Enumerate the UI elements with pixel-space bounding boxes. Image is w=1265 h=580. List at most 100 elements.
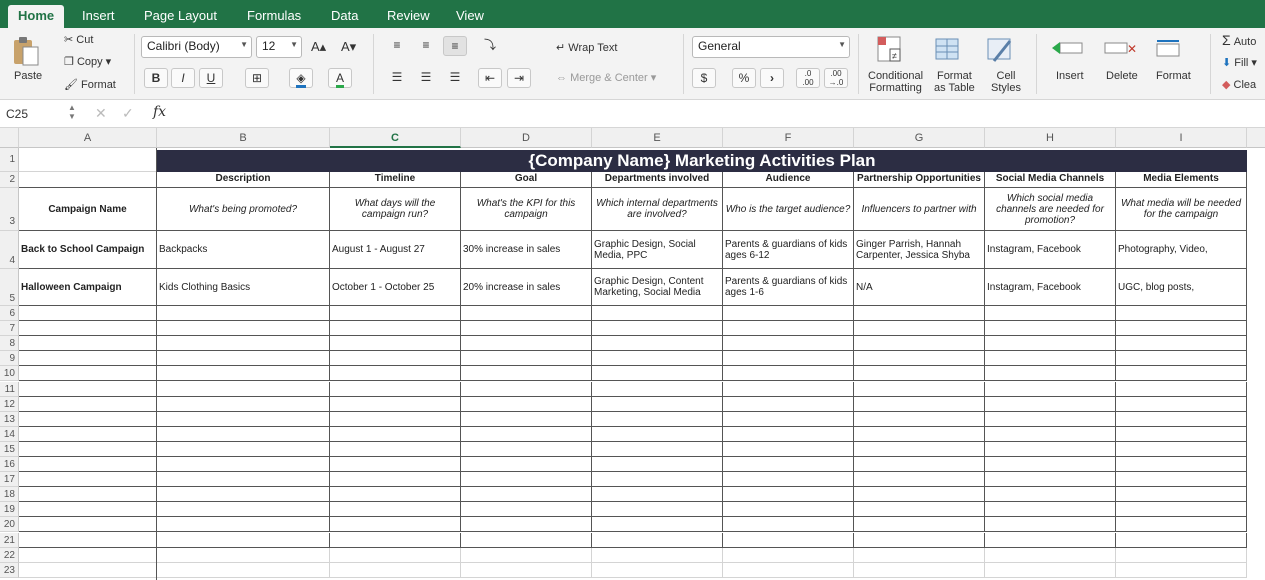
cell[interactable] [854,321,985,337]
cell[interactable] [723,366,854,382]
header-cell[interactable]: Audience [723,172,854,188]
cell[interactable] [592,411,723,427]
cell[interactable] [985,562,1116,578]
header-cell[interactable]: Departments involved [592,172,723,188]
increase-font-icon[interactable]: A▴ [311,39,326,55]
comma-button[interactable]: › [760,68,784,88]
cell[interactable] [19,306,157,322]
decrease-font-icon[interactable]: A▾ [341,39,356,55]
column-header-c[interactable]: C [330,128,461,148]
cell[interactable] [157,351,330,367]
font-name-select[interactable]: Calibri (Body) ▼ [141,36,252,58]
font-size-select[interactable]: 12 ▼ [256,36,302,58]
merge-center-button[interactable]: ⇔ Merge & Center ▾ [556,71,656,84]
cell[interactable] [19,487,157,503]
row-header[interactable]: 1 [0,148,19,172]
data-cell[interactable]: 30% increase in sales [461,231,592,269]
cell[interactable] [19,411,157,427]
autosum-button[interactable]: Σ Auto [1222,32,1256,48]
cell[interactable] [854,532,985,548]
cell[interactable] [19,547,157,563]
cell[interactable] [19,381,157,397]
orientation-icon[interactable]: ⤵ [478,36,502,56]
subheader-cell[interactable]: Which internal departments are involved? [592,188,723,231]
align-center-icon[interactable]: ☰ [414,68,438,88]
row-header[interactable]: 7 [0,321,19,337]
data-cell[interactable]: UGC, blog posts, [1116,269,1247,306]
cell[interactable] [19,351,157,367]
select-all-corner[interactable] [0,128,19,148]
cell[interactable] [723,321,854,337]
cell[interactable] [461,502,592,518]
row-header[interactable]: 19 [0,502,19,518]
cell[interactable] [157,411,330,427]
data-cell[interactable]: October 1 - October 25 [330,269,461,306]
data-cell[interactable]: Photography, Video, [1116,231,1247,269]
cell[interactable] [723,472,854,488]
column-header-f[interactable]: F [723,128,854,148]
tab-home[interactable]: Home [8,5,65,28]
cell[interactable] [1116,396,1247,412]
clear-button[interactable]: ◆ Clea [1222,78,1256,91]
cell[interactable] [985,457,1116,473]
cell[interactable] [592,336,723,352]
subheader-cell[interactable]: Which social media channels are needed f… [985,188,1116,231]
row-header[interactable]: 3 [0,188,19,231]
cell[interactable] [592,487,723,503]
subheader-cell[interactable]: What days will the campaign run? [330,188,461,231]
header-cell[interactable]: Social Media Channels [985,172,1116,188]
cell[interactable] [330,351,461,367]
function-icon[interactable]: fx [153,104,166,120]
cell[interactable] [854,411,985,427]
data-cell[interactable]: Backpacks [157,231,330,269]
cell[interactable] [985,472,1116,488]
cell[interactable] [19,472,157,488]
cell[interactable] [723,502,854,518]
name-box[interactable]: C25 [6,107,28,121]
borders-button[interactable]: ⊞ [245,68,269,88]
cell[interactable] [1116,336,1247,352]
cell[interactable] [592,396,723,412]
cell[interactable] [157,517,330,533]
row-header[interactable]: 18 [0,487,19,503]
insert-cells-icon[interactable] [1050,38,1084,63]
cell[interactable] [592,532,723,548]
subheader-cell[interactable]: What media will be needed for the campai… [1116,188,1247,231]
percent-button[interactable]: % [732,68,756,88]
cell[interactable] [592,366,723,382]
row-header[interactable]: 23 [0,562,19,578]
cell[interactable] [985,502,1116,518]
row-header[interactable]: 6 [0,306,19,322]
data-cell[interactable]: Ginger Parrish, Hannah Carpenter, Jessic… [854,231,985,269]
cell[interactable] [157,321,330,337]
cell[interactable] [461,472,592,488]
data-cell[interactable]: Parents & guardians of kids ages 6-12 [723,231,854,269]
data-cell[interactable]: Graphic Design, Social Media, PPC [592,231,723,269]
column-header-h[interactable]: H [985,128,1116,148]
cell[interactable] [854,336,985,352]
cancel-icon[interactable]: ✕ [95,105,107,122]
cell[interactable] [330,366,461,382]
cell[interactable] [19,336,157,352]
align-right-icon[interactable]: ☰ [443,68,467,88]
cell[interactable] [854,306,985,322]
cell[interactable] [19,517,157,533]
cell[interactable] [985,547,1116,563]
bold-button[interactable]: B [144,68,168,88]
cell[interactable] [854,487,985,503]
cell[interactable] [985,532,1116,548]
cell[interactable] [330,502,461,518]
cell[interactable] [592,517,723,533]
cell[interactable] [19,502,157,518]
cell[interactable] [157,381,330,397]
tab-data[interactable]: Data [321,6,368,28]
subheader-cell[interactable]: Influencers to partner with [854,188,985,231]
cell[interactable] [854,351,985,367]
cell[interactable] [157,336,330,352]
currency-button[interactable]: $ [692,68,716,88]
cell[interactable] [461,321,592,337]
paste-button[interactable] [10,34,42,68]
cell[interactable] [330,472,461,488]
subheader-cell[interactable]: Campaign Name [19,188,157,231]
cell[interactable] [723,306,854,322]
